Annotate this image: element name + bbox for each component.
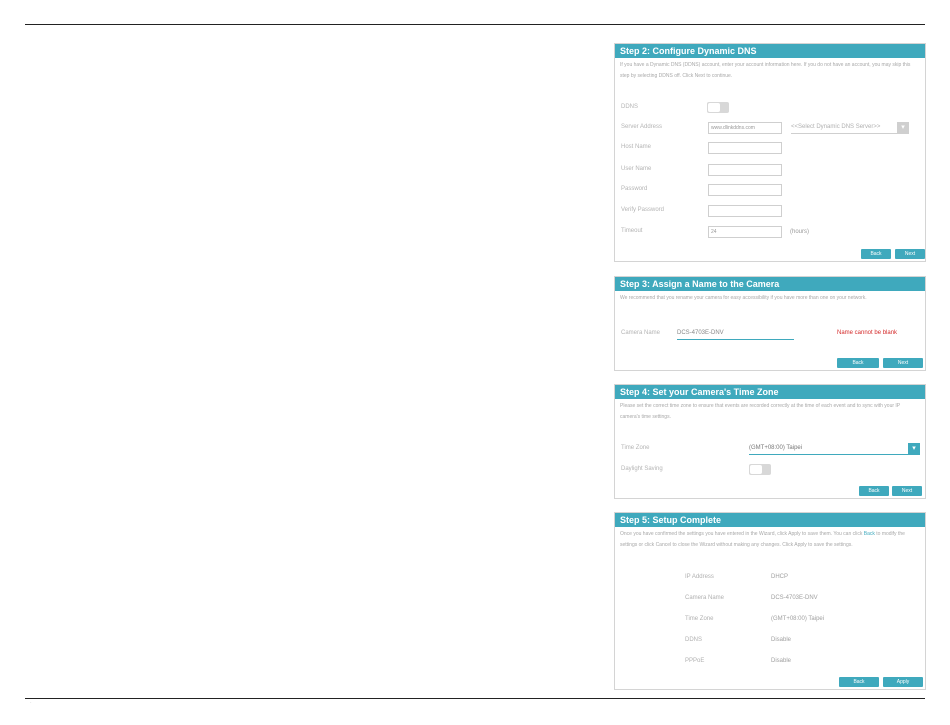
step2-next-button[interactable]: Next	[895, 249, 925, 259]
step4-panel: Step 4: Set your Camera's Time Zone Plea…	[614, 384, 926, 499]
server-address-label: Server Address	[621, 124, 663, 130]
chevron-down-icon[interactable]: ▾	[897, 122, 909, 134]
step5-apply-button[interactable]: Apply	[883, 677, 923, 687]
daylight-saving-row: Daylight Saving	[615, 463, 925, 477]
top-rule	[25, 24, 925, 25]
step3-title: Step 3: Assign a Name to the Camera	[615, 277, 925, 291]
timeout-unit: (hours)	[790, 229, 810, 235]
ddns-row: DDNS	[615, 101, 925, 115]
summary-camera-name-value: DCS-4703E-DNV	[771, 595, 818, 601]
summary-pppoe-label: PPPoE	[685, 658, 705, 664]
summary-pppoe-value: Disable	[771, 658, 792, 664]
host-name-label: Host Name	[621, 144, 652, 150]
step4-next-button[interactable]: Next	[892, 486, 922, 496]
step5-title: Step 5: Setup Complete	[615, 513, 925, 527]
step4-back-button[interactable]: Back	[859, 486, 889, 496]
host-name-input[interactable]	[708, 142, 782, 154]
timeout-input[interactable]: 24	[708, 226, 782, 238]
host-name-row: Host Name	[615, 141, 925, 155]
time-zone-select[interactable]: (GMT+08:00) Taipei	[749, 443, 909, 455]
server-address-input[interactable]: www.dlinkddns.com	[708, 122, 782, 134]
timeout-row: Timeout 24 (hours)	[615, 225, 925, 239]
timeout-label: Timeout	[621, 228, 643, 234]
ddns-label: DDNS	[621, 104, 639, 110]
step5-description-part1: Once you have confirmed the settings you…	[620, 531, 863, 537]
step3-back-button[interactable]: Back	[837, 358, 879, 368]
summary-ddns-value: Disable	[771, 637, 792, 643]
step2-panel: Step 2: Configure Dynamic DNS If you hav…	[614, 43, 926, 262]
password-input[interactable]	[708, 184, 782, 196]
camera-name-label: Camera Name	[621, 330, 661, 336]
verify-password-label: Verify Password	[621, 207, 665, 213]
step3-description: We recommend that you rename your camera…	[620, 295, 867, 301]
daylight-saving-toggle[interactable]	[749, 464, 771, 475]
step5-back-link[interactable]: Back	[864, 531, 875, 537]
ddns-server-select[interactable]: <<Select Dynamic DNS Server>>	[791, 122, 897, 134]
verify-password-input[interactable]	[708, 205, 782, 217]
chevron-down-icon[interactable]: ▾	[908, 443, 920, 455]
camera-name-input[interactable]: DCS-4703E-DNV	[677, 328, 794, 340]
user-name-input[interactable]	[708, 164, 782, 176]
step2-title: Step 2: Configure Dynamic DNS	[615, 44, 925, 58]
time-zone-label: Time Zone	[621, 445, 650, 451]
step5-description: Once you have confirmed the settings you…	[615, 527, 925, 551]
step3-panel: Step 3: Assign a Name to the Camera We r…	[614, 276, 926, 371]
step2-description: If you have a Dynamic DNS (DDNS) account…	[620, 62, 911, 79]
daylight-saving-label: Daylight Saving	[621, 466, 663, 472]
camera-name-row: Camera Name DCS-4703E-DNV Name cannot be…	[615, 327, 925, 341]
summary-ip-label: IP Address	[685, 574, 714, 580]
summary-time-zone-label: Time Zone	[685, 616, 714, 622]
password-row: Password	[615, 183, 925, 197]
bottom-rule	[25, 698, 925, 699]
user-name-row: User Name	[615, 163, 925, 177]
user-name-label: User Name	[621, 166, 652, 172]
verify-password-row: Verify Password	[615, 204, 925, 218]
step5-back-button[interactable]: Back	[839, 677, 879, 687]
ddns-toggle[interactable]	[707, 102, 729, 113]
step3-next-button[interactable]: Next	[883, 358, 923, 368]
summary-time-zone-value: (GMT+08:00) Taipei	[771, 616, 825, 622]
time-zone-row: Time Zone (GMT+08:00) Taipei ▾	[615, 442, 925, 456]
summary-camera-name-label: Camera Name	[685, 595, 725, 601]
summary-ip-value: DHCP	[771, 574, 789, 580]
step5-panel: Step 5: Setup Complete Once you have con…	[614, 512, 926, 690]
camera-name-warning: Name cannot be blank	[837, 330, 898, 336]
step4-description: Please set the correct time zone to ensu…	[620, 403, 901, 420]
page-mark: ·	[30, 700, 32, 706]
summary-ddns-label: DDNS	[685, 637, 703, 643]
password-label: Password	[621, 186, 648, 192]
step2-back-button[interactable]: Back	[861, 249, 891, 259]
step4-title: Step 4: Set your Camera's Time Zone	[615, 385, 925, 399]
server-address-row: Server Address www.dlinkddns.com <<Selec…	[615, 121, 925, 135]
